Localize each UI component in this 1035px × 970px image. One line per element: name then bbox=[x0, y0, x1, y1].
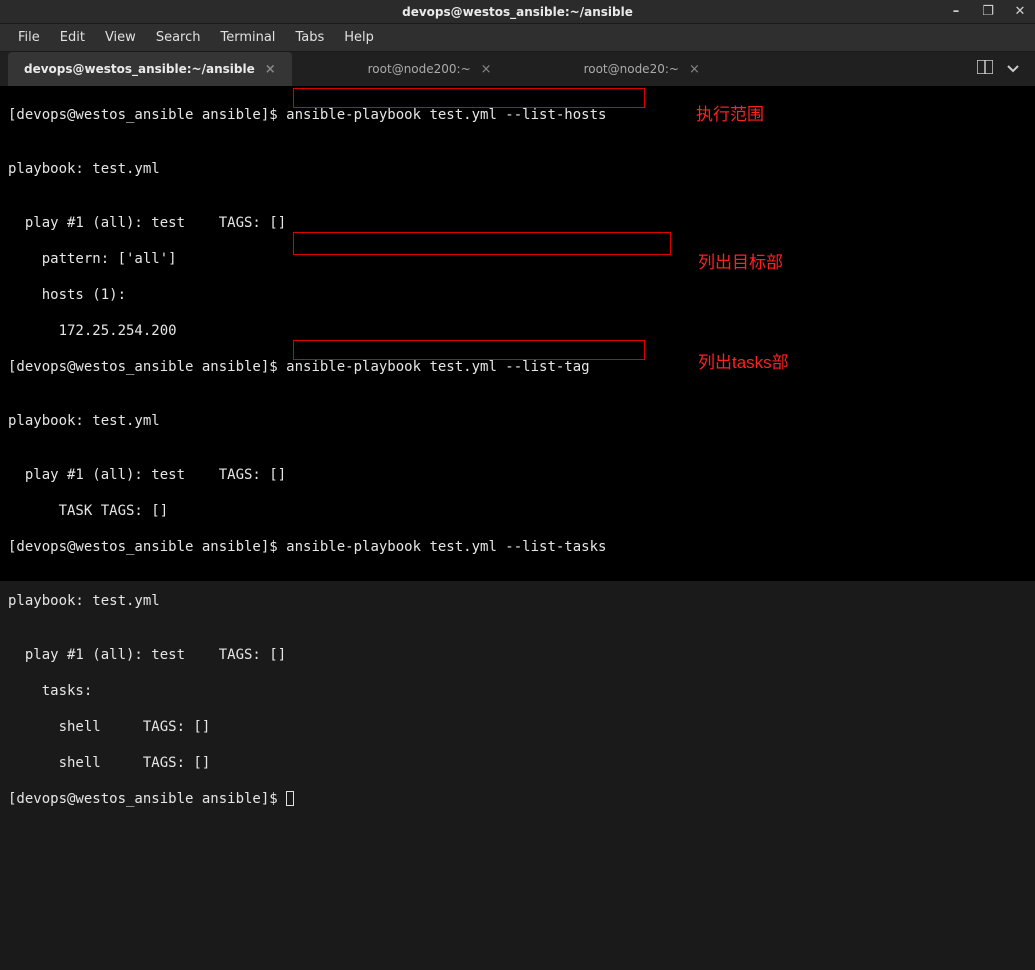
tab-bar: devops@westos_ansible:~/ansible × root@n… bbox=[0, 52, 1035, 86]
output-line: tasks: bbox=[8, 682, 1027, 700]
menu-bar: File Edit View Search Terminal Tabs Help bbox=[0, 24, 1035, 52]
tab-close-icon[interactable]: × bbox=[265, 62, 276, 77]
tab-label: root@node200:~ bbox=[368, 62, 471, 76]
output-line: shell TAGS: [] bbox=[8, 754, 1027, 772]
command-1: ansible-playbook test.yml --list-hosts bbox=[286, 107, 606, 123]
maximize-button[interactable]: ❐ bbox=[981, 4, 995, 19]
tab-2[interactable]: root@node20:~ × bbox=[568, 52, 716, 86]
tab-1[interactable]: root@node200:~ × bbox=[352, 52, 508, 86]
chevron-down-icon[interactable] bbox=[1007, 61, 1019, 77]
output-line: play #1 (all): test TAGS: [] bbox=[8, 214, 1027, 232]
menu-search[interactable]: Search bbox=[146, 26, 211, 49]
prompt: [devops@westos_ansible ansible]$ bbox=[8, 791, 286, 807]
output-line: hosts (1): bbox=[8, 286, 1027, 304]
output-line: TASK TAGS: [] bbox=[8, 502, 1027, 520]
tab-0[interactable]: devops@westos_ansible:~/ansible × bbox=[8, 52, 292, 86]
menu-help[interactable]: Help bbox=[334, 26, 384, 49]
menu-tabs[interactable]: Tabs bbox=[285, 26, 334, 49]
prompt: [devops@westos_ansible ansible]$ bbox=[8, 359, 286, 375]
output-line: play #1 (all): test TAGS: [] bbox=[8, 646, 1027, 664]
output-line: play #1 (all): test TAGS: [] bbox=[8, 466, 1027, 484]
tab-close-icon[interactable]: × bbox=[481, 62, 492, 77]
close-button[interactable]: ✕ bbox=[1013, 4, 1027, 19]
tab-close-icon[interactable]: × bbox=[689, 62, 700, 77]
menu-view[interactable]: View bbox=[95, 26, 146, 49]
split-terminal-icon[interactable] bbox=[977, 60, 993, 78]
output-line: 172.25.254.200 bbox=[8, 322, 1027, 340]
tab-label: root@node20:~ bbox=[584, 62, 679, 76]
command-2: ansible-playbook test.yml --list-tag bbox=[286, 359, 589, 375]
command-3: ansible-playbook test.yml --list-tasks bbox=[286, 539, 606, 555]
output-line: shell TAGS: [] bbox=[8, 718, 1027, 736]
output-line: playbook: test.yml bbox=[8, 412, 1027, 430]
minimize-button[interactable]: – bbox=[949, 4, 963, 19]
prompt: [devops@westos_ansible ansible]$ bbox=[8, 539, 286, 555]
output-line: playbook: test.yml bbox=[8, 592, 1027, 610]
window-titlebar: devops@westos_ansible:~/ansible – ❐ ✕ bbox=[0, 0, 1035, 24]
highlight-box-3 bbox=[293, 340, 645, 360]
menu-file[interactable]: File bbox=[8, 26, 50, 49]
output-line: playbook: test.yml bbox=[8, 160, 1027, 178]
menu-terminal[interactable]: Terminal bbox=[210, 26, 285, 49]
tabbar-actions bbox=[977, 52, 1027, 86]
prompt: [devops@westos_ansible ansible]$ bbox=[8, 107, 286, 123]
terminal-output[interactable]: [devops@westos_ansible ansible]$ ansible… bbox=[0, 86, 1035, 581]
cursor bbox=[286, 791, 294, 806]
window-title: devops@westos_ansible:~/ansible bbox=[402, 5, 633, 19]
output-line: pattern: ['all'] bbox=[8, 250, 1027, 268]
highlight-box-1 bbox=[293, 88, 645, 108]
window-controls: – ❐ ✕ bbox=[949, 4, 1027, 19]
menu-edit[interactable]: Edit bbox=[50, 26, 95, 49]
tab-label: devops@westos_ansible:~/ansible bbox=[24, 62, 255, 76]
